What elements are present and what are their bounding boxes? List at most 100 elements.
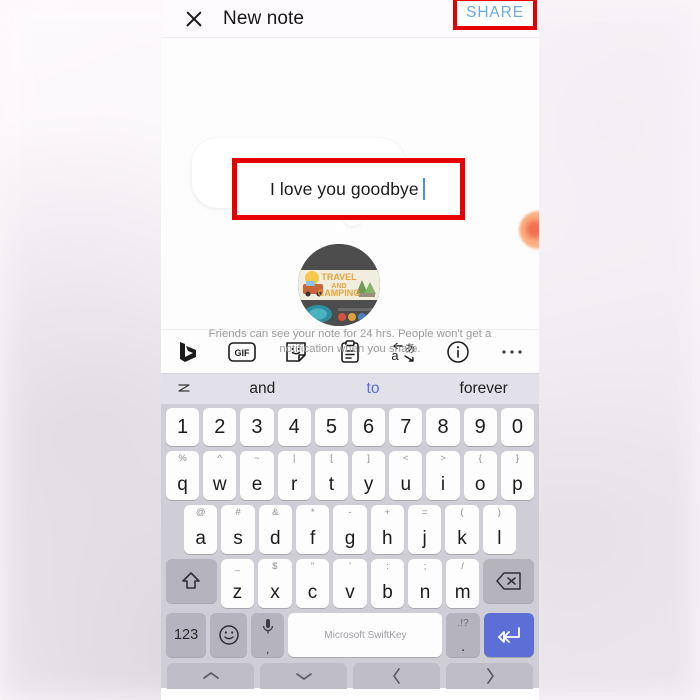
mic-comma-label: , — [266, 642, 270, 656]
key-x[interactable]: $ x — [258, 559, 292, 608]
key-s[interactable]: # s — [221, 505, 255, 554]
right-chevron-icon[interactable] — [446, 663, 533, 689]
close-icon[interactable] — [183, 8, 205, 30]
key-j[interactable]: = j — [407, 505, 442, 554]
key-n[interactable]: ; n — [408, 559, 442, 608]
key-label: o — [474, 474, 486, 495]
key-label: 5 — [325, 415, 337, 438]
key-5[interactable]: 5 — [314, 408, 348, 446]
key-secondary-label: ( — [460, 507, 464, 518]
key-8[interactable]: 8 — [426, 408, 460, 446]
key-label: x — [270, 582, 280, 603]
numeric-layout-label: 123 — [173, 627, 199, 643]
key-secondary-label: ^ — [217, 453, 223, 464]
shift-icon[interactable] — [166, 559, 217, 603]
key-c[interactable]: ” c — [295, 559, 330, 608]
page-title: New note — [223, 7, 305, 29]
key-secondary-label: } — [515, 453, 519, 464]
key-a[interactable]: @ a — [184, 505, 218, 554]
key-e[interactable]: ~ e — [240, 451, 274, 500]
key-label: 2 — [214, 415, 226, 438]
key-6[interactable]: 6 — [352, 408, 386, 446]
top-app-bar: New note SHARE — [161, 0, 539, 38]
key-secondary-label: = — [421, 507, 428, 518]
key-label: 6 — [363, 415, 375, 438]
key-i[interactable]: > i — [426, 451, 460, 500]
key-label: q — [177, 474, 188, 495]
key-9[interactable]: 9 — [463, 408, 497, 446]
key-f[interactable]: * f — [296, 505, 330, 554]
period-key[interactable]: .!? . — [446, 613, 480, 657]
key-h[interactable]: + h — [370, 505, 404, 554]
key-7[interactable]: 7 — [389, 408, 423, 446]
keyboard-nav-row — [164, 662, 536, 689]
prediction-0[interactable]: and — [207, 380, 318, 398]
key-label: 7 — [400, 415, 412, 438]
note-bubble-tail-small — [335, 222, 345, 232]
note-input-highlight-box[interactable]: I love you goodbye — [232, 158, 465, 220]
key-k[interactable]: (k — [445, 505, 479, 554]
prediction-1[interactable]: to — [318, 380, 429, 398]
key-label: c — [307, 582, 318, 603]
clipboard-toggle-icon[interactable] — [161, 380, 207, 398]
key-label: 8 — [437, 415, 449, 438]
key-secondary-label: _ — [234, 561, 241, 572]
key-l[interactable]: ) l — [482, 505, 516, 554]
key-g[interactable]: -g — [333, 505, 367, 554]
down-chevron-icon[interactable] — [260, 663, 347, 689]
key-m[interactable]: / m — [445, 559, 480, 608]
svg-text:CAMPING: CAMPING — [318, 288, 361, 298]
key-0[interactable]: 0 — [500, 408, 535, 446]
avatar[interactable]: TRAVEL AND CAMPING — [298, 244, 380, 326]
peer-note-avatar-partial[interactable] — [519, 211, 539, 249]
key-u[interactable]: < u — [389, 451, 423, 500]
svg-text:TRAVEL: TRAVEL — [321, 272, 357, 282]
down-chevron-glyph — [295, 673, 312, 680]
key-secondary-label: < — [403, 453, 409, 464]
prediction-2[interactable]: forever — [428, 380, 539, 398]
key-secondary-label: & — [272, 507, 279, 518]
key-p[interactable]: } p — [500, 451, 535, 500]
key-secondary-label: ~ — [254, 453, 260, 464]
key-3[interactable]: 3 — [240, 408, 274, 446]
key-2[interactable]: 2 — [203, 408, 237, 446]
text-caret — [422, 178, 425, 200]
key-q[interactable]: % q — [165, 451, 200, 500]
key-secondary-label: > — [440, 453, 446, 464]
key-label: a — [195, 528, 206, 549]
key-label: y — [363, 474, 374, 495]
key-label: r — [291, 474, 298, 495]
key-secondary-label: ] — [367, 453, 370, 464]
key-secondary-label: - — [348, 507, 352, 518]
left-chevron-icon[interactable] — [353, 663, 440, 689]
space-key-label: Microsoft SwiftKey — [324, 629, 407, 641]
key-secondary-label: + — [384, 507, 391, 518]
key-z[interactable]: _ z — [220, 559, 255, 608]
key-label: 9 — [474, 415, 486, 438]
note-input-text: I love you goodbye — [270, 178, 419, 199]
avatar-image: TRAVEL AND CAMPING — [298, 244, 380, 326]
key-r[interactable]: | r — [277, 451, 311, 500]
key-secondary-label: ’ — [348, 561, 352, 572]
numeric-layout-key[interactable]: 123 — [166, 613, 207, 657]
key-y[interactable]: ] y — [352, 451, 386, 500]
up-chevron-icon[interactable] — [167, 663, 254, 689]
share-button[interactable]: SHARE — [466, 4, 524, 22]
key-t[interactable]: [t — [314, 451, 348, 500]
key-b[interactable]: :b — [370, 559, 405, 608]
key-d[interactable]: & d — [258, 505, 292, 554]
backspace-icon[interactable] — [483, 559, 534, 603]
period-key-main: . — [461, 638, 466, 655]
key-w[interactable]: ^ w — [203, 451, 237, 500]
enter-icon[interactable] — [483, 613, 535, 657]
key-label: l — [497, 528, 502, 549]
space-key[interactable]: Microsoft SwiftKey — [288, 613, 443, 657]
key-1[interactable]: 1 — [165, 408, 200, 446]
key-4[interactable]: 4 — [277, 408, 311, 446]
microphone-icon[interactable]: , — [250, 613, 285, 657]
key-v[interactable]: ’ v — [333, 559, 367, 608]
key-label: k — [457, 528, 467, 549]
key-label: 3 — [251, 415, 263, 438]
key-o[interactable]: {o — [463, 451, 497, 500]
emoji-icon[interactable] — [210, 613, 247, 657]
